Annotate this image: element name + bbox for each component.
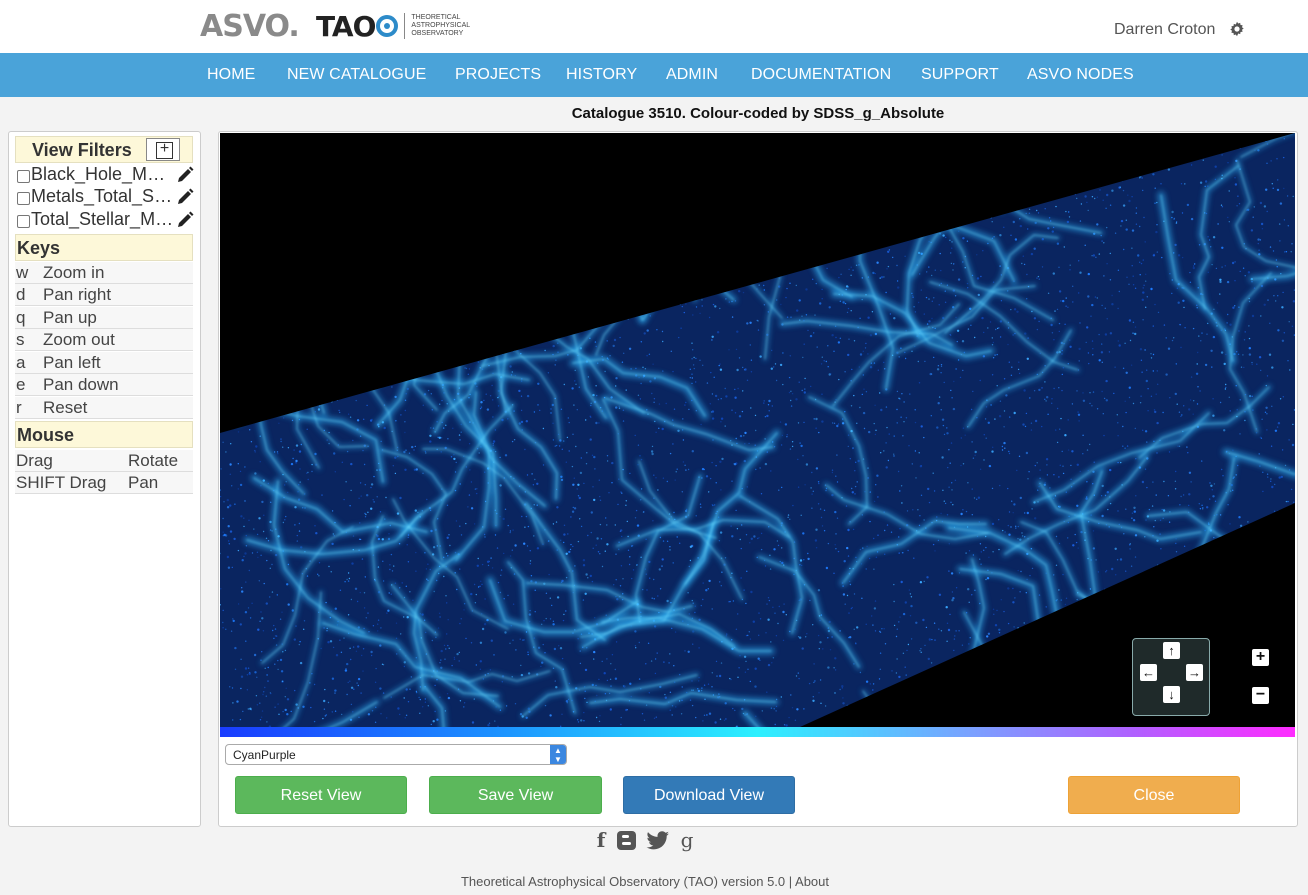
filter-label: Total_Stellar_Mass <box>31 209 175 229</box>
mouse-title: Mouse <box>17 425 75 445</box>
nav-home[interactable]: HOME <box>207 66 255 84</box>
filter-checkbox[interactable] <box>17 192 30 205</box>
blogger-icon[interactable] <box>616 829 636 851</box>
tao-logo-text: TAO <box>316 9 376 43</box>
view-filters-header: View Filters + <box>15 136 193 163</box>
chevron-updown-icon: ▲ ▼ <box>550 745 566 764</box>
key-row: r Reset <box>15 397 193 419</box>
key-letter: r <box>16 398 22 417</box>
key-action: Reset <box>43 398 88 417</box>
save-view-button[interactable]: Save View <box>429 776 602 814</box>
filter-row: Total_Stellar_Mass <box>15 209 195 231</box>
key-letter: w <box>16 263 29 282</box>
close-button[interactable]: Close <box>1068 776 1240 814</box>
gear-icon[interactable] <box>1229 21 1245 37</box>
mouse-action: Pan <box>128 473 159 492</box>
tao-logo-subtitle: THEORETICAL ASTROPHYSICAL OBSERVATORY <box>411 14 471 37</box>
keys-header: Keys <box>15 234 193 261</box>
twitter-icon[interactable] <box>645 829 671 851</box>
tao-logo[interactable]: TAO THEORETICAL ASTROPHYSICAL OBSERVATOR… <box>316 8 470 44</box>
key-row: s Zoom out <box>15 329 193 351</box>
key-action: Pan left <box>43 353 101 372</box>
pencil-icon[interactable] <box>175 210 195 230</box>
pan-control-pad: ↑ ← → ↓ <box>1132 638 1210 716</box>
nav-new-catalogue[interactable]: NEW CATALOGUE <box>287 66 426 84</box>
pencil-icon[interactable] <box>175 165 195 185</box>
reset-view-button[interactable]: Reset View <box>235 776 407 814</box>
pencil-icon[interactable] <box>175 187 195 207</box>
pan-right-button[interactable]: → <box>1186 664 1203 681</box>
google-icon[interactable]: g <box>679 829 695 851</box>
sidebar-panel: View Filters + Black_Hole_Mass Metals_To… <box>8 131 201 827</box>
colormap-selected-value: CyanPurple <box>233 748 296 762</box>
mouse-row: Drag Rotate <box>15 450 193 472</box>
key-action: Pan down <box>43 375 119 394</box>
plus-icon: + <box>159 140 170 157</box>
zoom-out-button[interactable]: − <box>1252 687 1269 704</box>
footer-text: Theoretical Astrophysical Observatory (T… <box>460 874 796 889</box>
key-row: e Pan down <box>15 374 193 396</box>
filter-row: Black_Hole_Mass <box>15 164 195 186</box>
key-row: q Pan up <box>15 307 193 329</box>
nav-documentation[interactable]: DOCUMENTATION <box>751 66 891 84</box>
filter-label: Metals_Total_Stellar_Mass <box>31 186 175 206</box>
colorbar <box>220 727 1295 737</box>
footer: Theoretical Astrophysical Observatory (T… <box>0 874 1290 889</box>
asvo-logo[interactable]: ASVO. <box>200 4 300 48</box>
tao-ring-icon <box>376 15 399 37</box>
key-action: Pan right <box>43 285 112 304</box>
key-action: Zoom out <box>43 330 115 349</box>
nav-admin[interactable]: ADMIN <box>666 66 718 84</box>
key-letter: d <box>16 285 26 304</box>
about-link[interactable]: About <box>795 874 829 889</box>
mouse-header: Mouse <box>15 421 193 448</box>
add-filter-button[interactable]: + <box>146 138 180 161</box>
keys-title: Keys <box>17 238 61 258</box>
key-row: w Zoom in <box>15 262 193 284</box>
colormap-select[interactable]: CyanPurple ▲ ▼ <box>225 744 567 765</box>
logo-divider <box>404 13 406 39</box>
nav-projects[interactable]: PROJECTS <box>455 66 541 84</box>
filter-checkbox[interactable] <box>17 215 30 228</box>
mouse-input: SHIFT Drag <box>16 473 107 492</box>
key-row: a Pan left <box>15 352 193 374</box>
key-letter: s <box>16 330 25 349</box>
facebook-icon[interactable]: f <box>594 829 608 851</box>
nav-asvo-nodes[interactable]: ASVO NODES <box>1027 66 1134 84</box>
key-letter: a <box>16 353 26 372</box>
pan-left-button[interactable]: ← <box>1140 664 1157 681</box>
nav-support[interactable]: SUPPORT <box>921 66 999 84</box>
key-letter: q <box>16 308 26 327</box>
main-nav: HOME NEW CATALOGUE PROJECTS HISTORY ADMI… <box>0 53 1308 97</box>
catalogue-title: Catalogue 3510. Colour-coded by SDSS_g_A… <box>571 105 945 122</box>
view-filters-title: View Filters <box>32 140 132 160</box>
mouse-action: Rotate <box>128 451 179 470</box>
mouse-row: SHIFT Drag Pan <box>15 472 193 494</box>
key-letter: e <box>16 375 26 394</box>
user-name-link[interactable]: Darren Croton <box>1114 21 1215 39</box>
top-header: ASVO. TAO THEORETICAL ASTROPHYSICAL OBSE… <box>0 0 1308 53</box>
asvo-logo-text: ASVO. <box>200 8 300 44</box>
key-action: Pan up <box>43 308 97 327</box>
pan-down-button[interactable]: ↓ <box>1163 686 1180 703</box>
download-view-button[interactable]: Download View <box>623 776 795 814</box>
nav-history[interactable]: HISTORY <box>566 66 637 84</box>
filter-label: Black_Hole_Mass <box>31 164 175 184</box>
filter-checkbox[interactable] <box>17 170 30 183</box>
key-row: d Pan right <box>15 284 193 306</box>
zoom-in-button[interactable]: + <box>1252 649 1269 666</box>
pan-up-button[interactable]: ↑ <box>1163 642 1180 659</box>
mouse-input: Drag <box>16 451 53 470</box>
key-action: Zoom in <box>43 263 105 282</box>
filter-row: Metals_Total_Stellar_Mass <box>15 186 195 208</box>
